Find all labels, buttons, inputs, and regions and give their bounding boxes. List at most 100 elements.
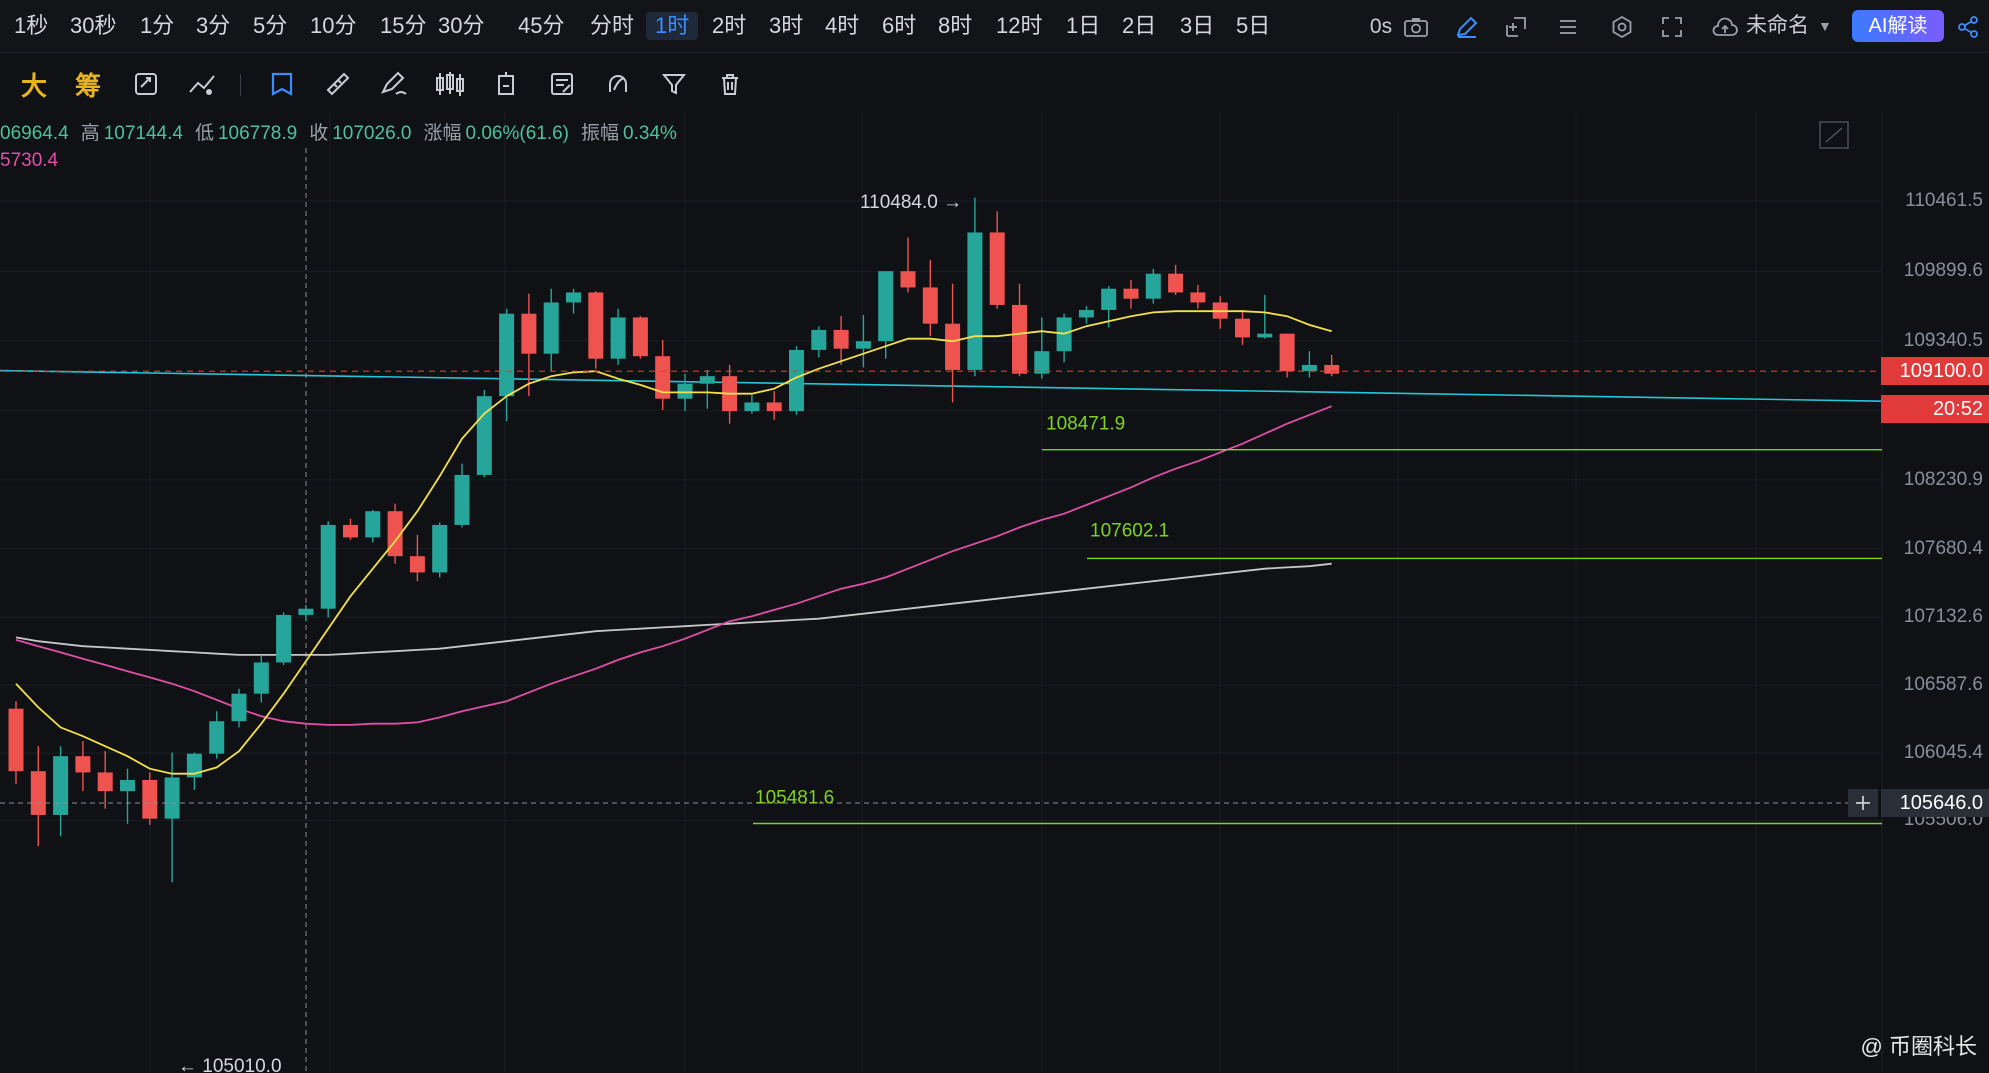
- amplitude-value: 0.34%: [623, 123, 677, 144]
- candle-body-48: [1078, 309, 1094, 318]
- candle-body-44: [989, 232, 1005, 305]
- candle-body-30: [677, 383, 693, 399]
- candle-body-49: [1101, 288, 1117, 310]
- candle-body-38: [855, 341, 871, 349]
- axis-tick-1: 109899.6: [1903, 260, 1983, 282]
- candle-body-24: [543, 302, 559, 354]
- candle-body-26: [588, 292, 604, 359]
- current-price-tag: 109100.0: [1881, 357, 1989, 386]
- trend-tool-icon[interactable]: [184, 66, 220, 102]
- camera-icon[interactable]: [1402, 13, 1430, 41]
- candle-body-4: [97, 772, 113, 792]
- candle-body-37: [833, 329, 849, 349]
- draw-pen-icon[interactable]: [1453, 13, 1481, 41]
- candle-body-28: [632, 317, 648, 357]
- select-tool-icon[interactable]: [264, 66, 300, 102]
- timeframe-5[interactable]: 10分: [308, 12, 358, 40]
- ma-value: 5730.4: [0, 150, 59, 171]
- timeframe-13[interactable]: 4时: [823, 12, 861, 40]
- candle-body-5: [120, 779, 135, 792]
- timeframe-16[interactable]: 12时: [994, 12, 1044, 40]
- fullscreen-icon[interactable]: [1658, 13, 1686, 41]
- add-window-icon[interactable]: [1502, 13, 1530, 41]
- level-label-2: 107602.1: [1090, 520, 1169, 541]
- chevron-down-icon[interactable]: ▼: [1818, 12, 1832, 40]
- ruler-icon[interactable]: [320, 66, 356, 102]
- filter-icon[interactable]: [656, 66, 692, 102]
- drawing-toolbar: 大 筹: [0, 56, 1989, 113]
- timeframe-3[interactable]: 3分: [194, 12, 232, 40]
- tool-da[interactable]: 大: [16, 66, 52, 102]
- axis-tick-3: 108230.9: [1903, 468, 1983, 490]
- position-icon[interactable]: [488, 66, 524, 102]
- low-label: 低: [194, 123, 214, 144]
- timeframe-18[interactable]: 2日: [1120, 12, 1158, 40]
- candle-body-43: [967, 232, 983, 370]
- timeframe-19[interactable]: 3日: [1178, 12, 1216, 40]
- layout-name[interactable]: 未命名: [1746, 12, 1809, 40]
- candle-body-10: [231, 693, 247, 722]
- candle-body-39: [878, 271, 894, 342]
- candle-body-12: [276, 614, 292, 663]
- note-icon[interactable]: [544, 66, 580, 102]
- share-icon[interactable]: [1954, 13, 1982, 41]
- candle-body-36: [811, 329, 827, 350]
- axis-background: [1882, 112, 1989, 1073]
- timeframe-1[interactable]: 30秒: [68, 12, 118, 40]
- timeframe-15[interactable]: 8时: [936, 12, 974, 40]
- candle-body-51: [1145, 273, 1161, 299]
- timeframe-2[interactable]: 1分: [138, 12, 176, 40]
- candle-body-3: [75, 756, 91, 773]
- timeframe-14[interactable]: 6时: [880, 12, 918, 40]
- timeframe-12[interactable]: 3时: [767, 12, 805, 40]
- candle-body-42: [945, 323, 961, 370]
- candle-body-45: [1012, 304, 1027, 374]
- candle-body-34: [766, 402, 782, 412]
- open-value: 06964.4: [0, 123, 69, 144]
- candle-body-52: [1168, 273, 1184, 293]
- candles-icon[interactable]: [432, 66, 468, 102]
- timeframe-17[interactable]: 1日: [1064, 12, 1102, 40]
- candle-body-14: [320, 524, 336, 609]
- candlestick-chart[interactable]: 108471.9 107602.1 105481.6 110484.0 → ← 1050…: [0, 112, 1989, 1073]
- candle-body-55: [1235, 318, 1250, 338]
- change-label: 涨幅: [423, 123, 462, 144]
- countdown-tag: 20:52: [1881, 395, 1989, 424]
- timeframe-4[interactable]: 5分: [251, 12, 289, 40]
- timeframe-20[interactable]: 5日: [1234, 12, 1272, 40]
- magnet-icon[interactable]: [600, 66, 636, 102]
- candle-body-0: [8, 708, 24, 772]
- candle-body-27: [610, 317, 626, 359]
- axis-tick-2: 109340.5: [1903, 330, 1983, 352]
- ai-interpret-button[interactable]: AI解读: [1852, 10, 1944, 42]
- trash-icon[interactable]: [712, 66, 748, 102]
- timeframe-9[interactable]: 分时: [588, 12, 636, 40]
- timeframe-10[interactable]: 1时: [646, 12, 699, 40]
- list-icon[interactable]: [1554, 13, 1582, 41]
- candle-body-41: [922, 287, 938, 324]
- timeframe-0[interactable]: 1秒: [12, 12, 50, 40]
- timeframe-11[interactable]: 2时: [710, 12, 748, 40]
- candle-body-1: [30, 771, 46, 815]
- timeframe-7[interactable]: 30分: [436, 12, 486, 40]
- candle-body-25: [566, 292, 581, 303]
- level-label-1: 108471.9: [1046, 414, 1125, 435]
- candle-body-50: [1123, 288, 1139, 299]
- cloud-icon[interactable]: [1710, 13, 1740, 41]
- candle-body-56: [1257, 333, 1273, 338]
- candle-body-23: [521, 313, 537, 354]
- candle-body-40: [900, 271, 916, 288]
- high-annotation: 110484.0 →: [860, 192, 962, 213]
- level-label-3: 105481.6: [755, 787, 834, 808]
- tool-chou[interactable]: 筹: [70, 66, 106, 102]
- refresh-edit-icon[interactable]: [128, 66, 164, 102]
- timeframe-8[interactable]: 45分: [516, 12, 566, 40]
- timeframe-6[interactable]: 15分: [378, 12, 428, 40]
- candle-body-6: [142, 779, 158, 819]
- candle-body-20: [454, 474, 470, 525]
- axis-tick-5: 107132.6: [1903, 606, 1983, 628]
- high-value: 107144.4: [103, 123, 183, 144]
- settings-icon[interactable]: [1608, 13, 1636, 41]
- brush-icon[interactable]: [376, 66, 412, 102]
- candle-body-9: [209, 721, 225, 754]
